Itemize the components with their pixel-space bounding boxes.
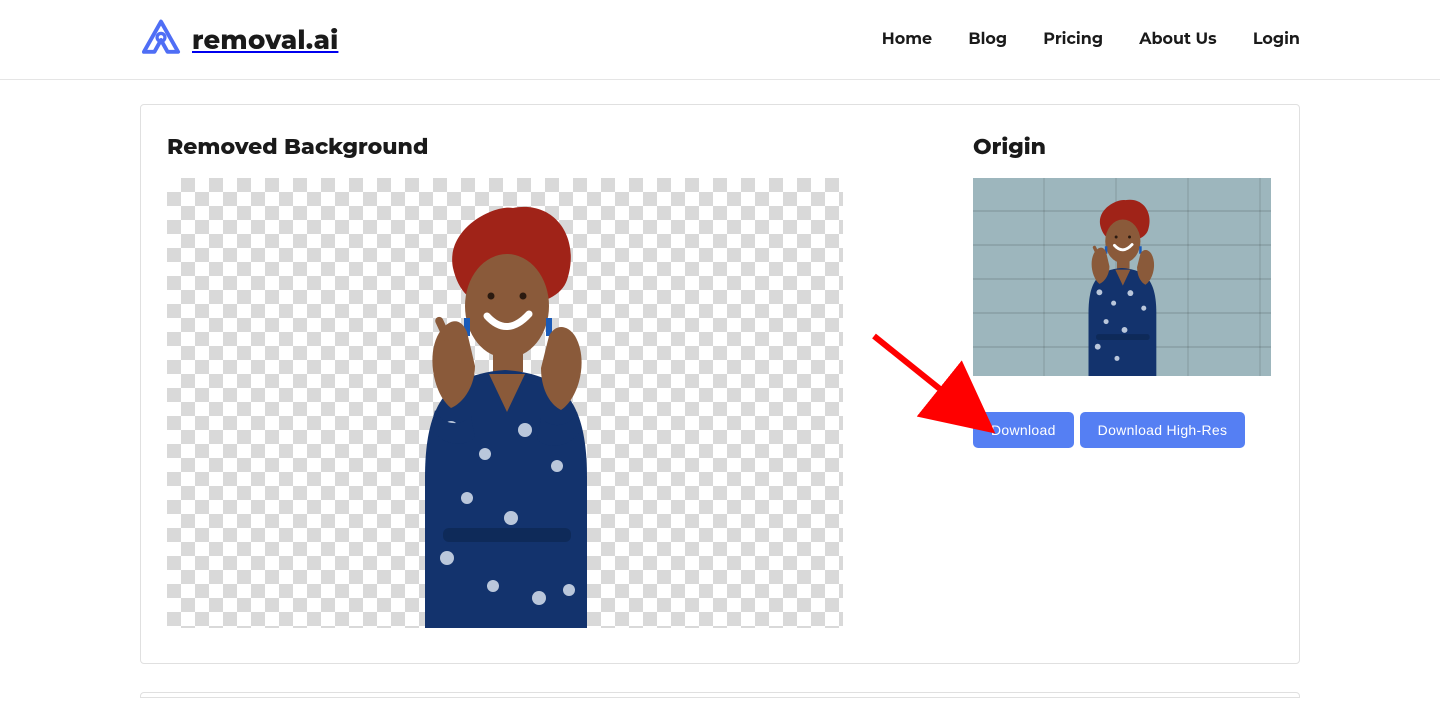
result-card: Removed Background — [140, 104, 1300, 664]
nav-home[interactable]: Home — [882, 30, 932, 49]
header: removal.ai Home Blog Pricing About Us Lo… — [0, 0, 1440, 80]
removed-background-heading: Removed Background — [167, 133, 843, 160]
download-button[interactable]: Download — [973, 412, 1074, 448]
main-nav: Home Blog Pricing About Us Login — [850, 30, 1300, 49]
download-highres-button[interactable]: Download High-Res — [1080, 412, 1246, 448]
removed-background-section: Removed Background — [167, 133, 843, 628]
nav-pricing[interactable]: Pricing — [1043, 30, 1103, 49]
next-card-peek — [140, 692, 1300, 698]
download-button-row: Download Download High-Res — [973, 412, 1271, 448]
origin-image[interactable] — [973, 178, 1271, 376]
nav-blog[interactable]: Blog — [968, 30, 1007, 49]
removed-background-image[interactable] — [167, 178, 843, 628]
origin-heading: Origin — [973, 133, 1271, 160]
brand-logo[interactable]: removal.ai — [140, 19, 338, 61]
nav-about[interactable]: About Us — [1139, 30, 1216, 49]
nav-login[interactable]: Login — [1253, 30, 1300, 49]
origin-section: Origin — [973, 133, 1271, 448]
brand-logo-icon — [140, 19, 182, 61]
brand-name: removal.ai — [192, 24, 338, 56]
